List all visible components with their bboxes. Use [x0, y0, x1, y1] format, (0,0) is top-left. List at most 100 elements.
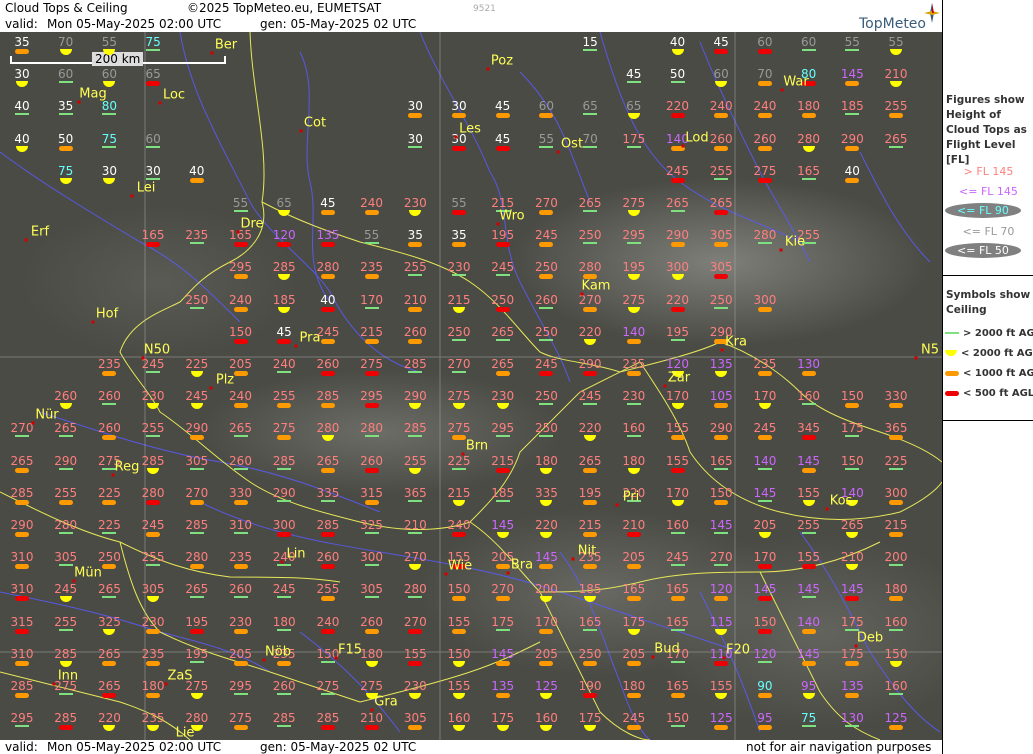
city-marker: [914, 356, 918, 360]
flight-level-value: 255: [797, 518, 821, 532]
flight-level-value: 265: [97, 679, 121, 693]
flight-level-value: 50: [669, 67, 686, 82]
flight-level-value: 65: [276, 196, 292, 210]
flight-level-value: 95: [757, 711, 773, 726]
flight-level-value: 305: [403, 711, 427, 726]
flight-level-value: 210: [622, 518, 646, 532]
flight-level-value: 75: [145, 35, 161, 49]
flight-level-value: 155: [447, 679, 471, 693]
flight-level-value: 305: [185, 453, 209, 468]
ceiling-symbol-orange: [15, 564, 29, 570]
ceiling-symbol-green: [714, 564, 729, 567]
ceiling-symbol-red: [277, 242, 292, 248]
ceiling-symbol-green: [364, 242, 379, 245]
city-marker: [31, 421, 35, 425]
flight-level-value: 285: [10, 679, 34, 693]
flight-level-value: 155: [797, 550, 821, 565]
ceiling-symbol-red: [364, 403, 379, 409]
ceiling-symbol-orange: [714, 499, 729, 505]
ceiling-symbol-green: [539, 435, 554, 438]
city-label: Mag: [79, 86, 107, 102]
city-marker: [461, 452, 465, 456]
flight-level-value: 145: [534, 550, 558, 565]
flight-level-value: 195: [578, 485, 602, 500]
flight-level-value: 135: [316, 228, 340, 243]
ceiling-symbol-green: [233, 693, 248, 695]
flight-level-value: 240: [447, 518, 471, 532]
flight-level-value: 165: [666, 679, 689, 693]
ceiling-symbol-red: [801, 435, 816, 441]
ceiling-symbol-green: [583, 628, 598, 631]
flight-level-value: 140: [622, 324, 646, 339]
flight-level-value: 195: [491, 228, 515, 243]
flight-level-value: 250: [709, 292, 733, 307]
flight-level-value: 215: [447, 292, 471, 307]
flight-level-value: 180: [141, 679, 165, 693]
flight-level-value: 145: [491, 646, 515, 661]
flight-level-value: 175: [622, 614, 646, 629]
ceiling-symbol-green: [626, 145, 641, 148]
flight-level-value: 285: [316, 389, 340, 404]
flight-level-value: 225: [97, 485, 121, 500]
ceiling-symbol-orange: [845, 693, 860, 698]
city-label: Poz: [490, 53, 514, 69]
flight-level-value: 255: [54, 485, 78, 500]
ceiling-symbol-orange: [714, 145, 729, 151]
flight-level-value: 265: [491, 324, 515, 339]
ceiling-symbol-green: [408, 532, 423, 534]
flight-level-value: 250: [534, 389, 558, 404]
ceiling-symbol-orange: [714, 403, 729, 409]
flight-level-value: 230: [141, 389, 165, 404]
flight-level-value: 265: [578, 453, 602, 468]
ceiling-symbol-green: [452, 338, 466, 341]
flight-level-value: 180: [534, 453, 558, 468]
flight-level-value: 275: [316, 679, 340, 693]
ceiling-symbol-red: [757, 177, 772, 183]
flight-level-value: 205: [622, 550, 646, 565]
ceiling-symbol-green: [364, 435, 379, 438]
ceiling-symbol-green: [757, 499, 772, 502]
ceiling-symbol-orange: [757, 371, 772, 376]
ceiling-symbol-green: [889, 145, 903, 148]
ceiling-symbol-orange: [233, 499, 248, 505]
ceiling-symbol-green: [102, 532, 117, 534]
flight-level-value: 150: [884, 646, 908, 661]
ceiling-symbol-orange: [889, 499, 903, 505]
flight-level-value: 245: [54, 582, 78, 597]
flight-level-value: 255: [709, 163, 733, 178]
ceiling-symbol-red: [452, 532, 466, 537]
flight-level-value: 160: [622, 421, 646, 436]
flight-level-value: 290: [10, 518, 34, 532]
ceiling-symbol-orange: [408, 242, 423, 248]
flight-level-value: 260: [229, 582, 252, 597]
city-marker: [294, 344, 298, 348]
ceiling-symbol-green: [845, 49, 860, 51]
ceiling-symbol-green: [889, 467, 903, 470]
flight-level-value: 30: [145, 163, 161, 178]
flight-level-value: 180: [884, 582, 908, 597]
flight-level-value: 260: [272, 679, 296, 693]
ceiling-symbol-green: [583, 210, 598, 212]
flight-level-value: 260: [753, 131, 777, 146]
ceiling-symbol-red: [714, 49, 729, 54]
ceiling-symbol-green: [495, 435, 510, 438]
ceiling-symbol-red: [58, 725, 73, 731]
flight-level-value: 105: [709, 389, 733, 404]
flight-level-value: 45: [495, 99, 511, 114]
flight-level-value: 285: [316, 711, 340, 726]
flight-level-value: 230: [141, 614, 165, 629]
city-marker: [720, 348, 724, 352]
ceiling-symbol-orange: [58, 145, 73, 151]
ceiling-symbol-green: [364, 564, 379, 567]
ceiling-symbol-red: [277, 338, 292, 344]
city-label: Lei: [136, 180, 156, 196]
city-marker: [210, 51, 214, 55]
ceiling-symbol-red: [233, 338, 248, 344]
flight-level-value: 215: [360, 324, 384, 339]
flight-level-value: 185: [491, 485, 515, 500]
flight-level-value: 250: [491, 292, 515, 307]
city-label: Mün: [74, 565, 102, 581]
flight-level-value: 80: [101, 99, 118, 114]
flight-level-value: 250: [578, 646, 602, 661]
ceiling-symbol-orange: [714, 596, 729, 602]
